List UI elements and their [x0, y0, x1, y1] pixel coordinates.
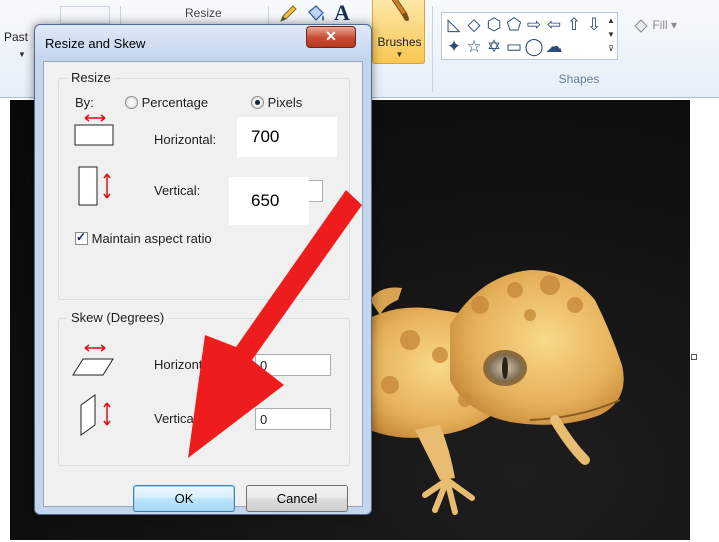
ok-button[interactable]: OK — [133, 485, 235, 512]
resize-button-fragment[interactable]: Resize — [185, 6, 222, 20]
skew-horizontal-label: Horizontal: — [154, 357, 217, 372]
close-button[interactable]: ✕ — [306, 26, 356, 48]
dialog-client-area: Resize By: Percentage Pixels Horizontal:… — [43, 61, 363, 512]
shape-option-icon[interactable]: ⇩ — [584, 14, 604, 36]
skew-legend: Skew (Degrees) — [67, 310, 169, 325]
text-tool-icon[interactable]: A — [334, 0, 350, 26]
shape-option-icon[interactable]: ◺ — [444, 14, 464, 36]
brushes-button[interactable]: Brushes ▼ — [372, 0, 425, 64]
shape-option-icon[interactable]: ▭ — [504, 36, 524, 58]
brush-icon — [391, 0, 409, 22]
shape-option-icon[interactable]: ✡ — [484, 36, 504, 58]
pencil-icon[interactable] — [278, 4, 300, 24]
crop-button[interactable] — [60, 6, 110, 24]
shape-option-icon[interactable]: ⇨ — [524, 14, 544, 36]
resize-vertical-value[interactable]: 650 — [229, 177, 309, 225]
percentage-radio-button[interactable] — [125, 96, 138, 109]
maintain-aspect-checkbox-box[interactable]: ✓ — [75, 230, 88, 245]
cancel-button[interactable]: Cancel — [246, 485, 348, 512]
dialog-title-bar[interactable]: Resize and Skew ✕ — [35, 25, 371, 59]
shapes-group-label: Shapes — [558, 72, 600, 86]
skew-group: Skew (Degrees) Horizontal: Vertical: — [58, 310, 350, 466]
percentage-label: Percentage — [141, 95, 209, 110]
horizontal-resize-icon — [74, 114, 114, 146]
shapes-scroll-arrows[interactable]: ▲ ▼ ⊽ — [605, 14, 617, 58]
vertical-skew-icon — [80, 394, 111, 436]
fill-bucket-icon[interactable] — [304, 4, 326, 24]
fill-icon — [634, 19, 648, 33]
skew-vertical-label: Vertical: — [154, 411, 201, 426]
shape-option-icon[interactable]: ⇧ — [564, 14, 584, 36]
maintain-aspect-checkbox[interactable]: ✓ Maintain aspect ratio — [75, 230, 212, 246]
maintain-aspect-label: Maintain aspect ratio — [91, 231, 212, 246]
dialog-title: Resize and Skew — [45, 36, 146, 51]
horizontal-skew-icon — [72, 344, 114, 376]
skew-horizontal-input[interactable] — [255, 354, 331, 376]
canvas-resize-handle[interactable] — [691, 354, 697, 360]
close-icon: ✕ — [325, 28, 337, 44]
pixels-radio[interactable]: Pixels — [251, 95, 302, 110]
shape-option-icon[interactable]: ✦ — [444, 36, 464, 58]
resize-skew-dialog: Resize and Skew ✕ Resize By: Percentage … — [34, 24, 372, 515]
fill-label: Fill — [652, 18, 668, 32]
pixels-label: Pixels — [267, 95, 303, 110]
shape-option-icon[interactable]: ◯ — [524, 36, 544, 58]
resize-legend: Resize — [67, 70, 115, 85]
shape-option-icon[interactable]: ⬡ — [484, 14, 504, 36]
by-label: By: — [75, 95, 94, 110]
paste-dropdown-icon[interactable]: ▼ — [18, 50, 26, 59]
shape-grid: ◺ ◇ ⬡ ⬠ ⇨ ⇦ ⇧ ⇩ ✦ ☆ ✡ ▭ ◯ ☁ — [444, 14, 604, 58]
resize-horizontal-label: Horizontal: — [154, 132, 217, 147]
checkmark-icon: ✓ — [76, 230, 87, 244]
vertical-resize-icon — [78, 166, 111, 206]
shape-option-icon[interactable]: ☆ — [464, 36, 484, 58]
resize-vertical-label: Vertical: — [154, 183, 201, 198]
resize-group: Resize By: Percentage Pixels Horizontal:… — [58, 70, 350, 300]
shapes-gallery[interactable]: ◺ ◇ ⬡ ⬠ ⇨ ⇦ ⇧ ⇩ ✦ ☆ ✡ ▭ ◯ ☁ ▲ ▼ ⊽ — [441, 12, 618, 60]
shape-option-icon[interactable]: ☁ — [544, 36, 564, 58]
shape-option-icon[interactable]: ⬠ — [504, 14, 524, 36]
shape-option-icon[interactable]: ◇ — [464, 14, 484, 36]
brushes-dropdown-icon: ▼ — [395, 50, 404, 59]
shape-option-icon[interactable]: ⇦ — [544, 14, 564, 36]
paste-button-fragment[interactable]: Past — [4, 30, 28, 44]
brushes-label: Brushes — [377, 35, 422, 49]
pixels-radio-button[interactable] — [251, 96, 264, 109]
resize-horizontal-value[interactable]: 700 — [237, 117, 337, 157]
fill-dropdown[interactable]: Fill ▾ — [633, 18, 677, 33]
percentage-radio[interactable]: Percentage — [125, 95, 208, 110]
ribbon-divider — [432, 6, 433, 92]
skew-vertical-input[interactable] — [255, 408, 331, 430]
